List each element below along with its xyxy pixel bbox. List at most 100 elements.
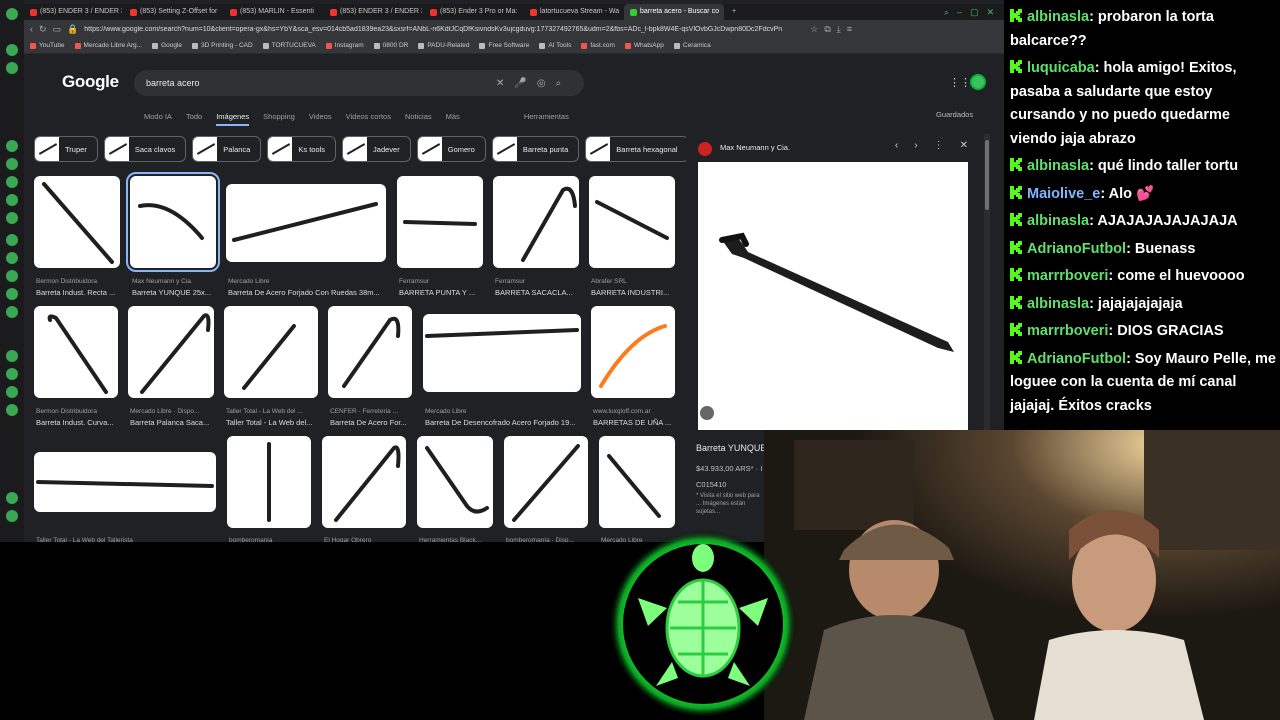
result-title[interactable]: Barreta De Acero Forjado Con Ruedas 38m.… — [228, 288, 388, 297]
result-source[interactable]: Herramientas Black... — [419, 537, 509, 542]
image-result[interactable]: bomberomania — [227, 436, 311, 542]
back-icon[interactable]: ‹ — [30, 24, 33, 34]
vpn-badge-icon[interactable]: ▭ — [53, 24, 62, 35]
result-source[interactable]: Mercado Libre — [228, 278, 388, 285]
chat-username[interactable]: albinasla — [1027, 158, 1089, 174]
result-title[interactable]: BARRETA PUNTA Y ... — [399, 288, 489, 297]
bookmark-item[interactable]: PADU-Related — [418, 42, 469, 49]
filter-chip[interactable]: Barreta hexagonal — [585, 136, 686, 162]
image-result[interactable]: Ferramsur BARRETA SACACLA... — [493, 176, 579, 297]
image-result[interactable]: Mercado Libre · Dispo... Barreta Palanca … — [128, 306, 214, 427]
bookmark-item[interactable]: 0800 DR — [373, 42, 408, 49]
chat-username[interactable]: AdrianoFutbol — [1027, 241, 1126, 257]
image-result[interactable]: www.luxqloff.com.ar BARRETAS DE UÑA ... — [591, 306, 675, 427]
image-result[interactable]: bomberomanía · Disp... — [504, 436, 588, 542]
image-result[interactable]: Mercado Libre Barreta De Desencofrado Ace… — [423, 314, 581, 427]
tab-im-genes[interactable]: Imágenes — [216, 112, 250, 126]
browser-tab[interactable]: (853) ENDER 3 / ENDER 3 — [324, 4, 422, 20]
sidebar-settings-icon[interactable] — [6, 404, 18, 416]
sidebar-twitch-icon[interactable] — [6, 158, 18, 170]
result-thumbnail[interactable] — [493, 176, 579, 268]
browser-tab[interactable]: (853) Ender 3 Pro or Ma: — [424, 4, 522, 20]
result-title[interactable]: BARRETA SACACLA... — [495, 288, 585, 297]
filter-chip[interactable]: Truper — [34, 136, 98, 162]
result-title[interactable]: Barreta YUNQUE 25x... — [132, 288, 222, 297]
sidebar-home-icon[interactable] — [6, 44, 18, 56]
image-result[interactable]: Ferramsur BARRETA PUNTA Y ... — [397, 176, 483, 297]
result-title[interactable]: BARRETA INDUSTRI... — [591, 288, 681, 297]
filter-chip[interactable]: Saca clavos — [103, 136, 187, 162]
image-result[interactable]: Abrafer SRL BARRETA INDUSTRI... — [589, 176, 675, 297]
result-source[interactable]: Taller Total - La Web del ... — [226, 408, 320, 415]
result-title[interactable]: BARRETAS DE UÑA ... — [593, 418, 683, 427]
browser-tab[interactable]: (853) ENDER 3 / ENDER 3 — [24, 4, 122, 20]
previous-icon[interactable]: ‹ — [895, 140, 898, 151]
more-options-icon[interactable]: ⋮ — [934, 140, 944, 151]
tab-m-s[interactable]: Más — [446, 112, 460, 126]
chat-username[interactable]: albinasla — [1027, 9, 1089, 25]
result-source[interactable]: Max Neumann y Cia. — [132, 278, 222, 285]
bookmark-item[interactable]: Mercado Libre Arg... — [74, 42, 142, 49]
result-source[interactable]: Ferramsur — [399, 278, 489, 285]
chat-username[interactable]: AdrianoFutbol — [1027, 351, 1126, 367]
search-icon[interactable]: ⌕ — [556, 78, 562, 89]
tab-todo[interactable]: Todo — [186, 112, 202, 126]
result-thumbnail[interactable] — [224, 306, 318, 398]
result-thumbnail[interactable] — [227, 436, 311, 528]
image-result[interactable]: Mercado Libre Barreta De Acero Forjado Co… — [226, 184, 386, 297]
result-thumbnail[interactable] — [591, 306, 675, 398]
lens-icon[interactable] — [700, 406, 714, 420]
search-tabs-icon[interactable]: ⌕ — [944, 4, 949, 20]
result-thumbnail[interactable] — [423, 314, 581, 392]
result-source[interactable]: Ferramsur — [495, 278, 585, 285]
result-thumbnail[interactable] — [328, 306, 412, 398]
bookmark-item[interactable]: Free Software — [479, 42, 529, 49]
search-box[interactable]: ✕ 🎤 ◎ ⌕ — [134, 70, 584, 96]
result-thumbnail[interactable] — [128, 306, 214, 398]
filter-chip[interactable]: Gomero — [416, 136, 486, 162]
result-title[interactable]: Taller Total - La Web del... — [226, 418, 320, 427]
tab-videos-cortos[interactable]: Videos cortos — [346, 112, 391, 126]
result-thumbnail[interactable] — [397, 176, 483, 268]
result-source[interactable]: bomberomania — [229, 537, 319, 542]
result-thumbnail[interactable] — [504, 436, 588, 528]
result-source[interactable]: Mercado Libre — [425, 408, 583, 415]
extensions-icon[interactable]: ⧉ — [824, 24, 830, 35]
tab-shopping[interactable]: Shopping — [263, 112, 295, 126]
browser-tab[interactable]: barreta acero - Buscar co — [624, 4, 724, 20]
image-result[interactable]: Bermon Distribuidora Barreta Indust. Rect… — [34, 176, 120, 297]
result-title[interactable]: Barreta De Acero For... — [330, 418, 420, 427]
downloads-icon[interactable]: ⤓ — [837, 24, 841, 35]
result-source[interactable]: El Hogar Obrero — [324, 537, 414, 542]
result-title[interactable]: Barreta Indust. Curva... — [36, 418, 126, 427]
tab-modo-ia[interactable]: Modo IA — [144, 112, 172, 126]
image-result[interactable]: Taller Total - La Web del ... Taller Tota… — [224, 306, 318, 427]
url-field[interactable]: https://www.google.com/search?num=10&cli… — [84, 26, 804, 33]
new-tab-icon[interactable]: + — [726, 4, 742, 20]
sidebar-history-icon[interactable] — [6, 350, 18, 362]
bookmark-star-icon[interactable]: ☆ — [810, 24, 818, 35]
result-thumbnail[interactable] — [226, 184, 386, 262]
close-preview-icon[interactable]: ✕ — [960, 140, 968, 151]
sidebar-whatsapp-icon[interactable] — [6, 288, 18, 300]
preview-title[interactable]: Barreta YUNQUE — [696, 443, 766, 453]
browser-tab[interactable]: latortucueva Stream - Wa — [524, 4, 622, 20]
result-source[interactable]: Bermon Distribuidora — [36, 408, 126, 415]
result-source[interactable]: Mercado Libre · Dispo... — [130, 408, 220, 415]
opera-logo-icon[interactable] — [6, 8, 18, 20]
bookmark-item[interactable]: fast.com — [581, 42, 615, 49]
image-result[interactable]: Max Neumann y Cia. Barreta YUNQUE 25x... — [126, 172, 220, 297]
result-thumbnail[interactable] — [417, 436, 493, 528]
sidebar-extensions-icon[interactable] — [6, 368, 18, 380]
preview-source[interactable]: Max Neumann y Cia. — [720, 143, 790, 152]
result-thumbnail[interactable] — [34, 306, 118, 398]
close-icon[interactable]: ✕ — [987, 4, 995, 20]
preview-image[interactable] — [698, 162, 968, 430]
result-thumbnail[interactable] — [126, 172, 220, 272]
result-title[interactable]: Barreta Palanca Saca... — [130, 418, 220, 427]
result-source[interactable]: bomberomanía · Disp... — [506, 537, 596, 542]
sidebar-vk-icon[interactable] — [6, 306, 18, 318]
google-logo[interactable]: Google — [62, 72, 119, 92]
bookmark-item[interactable]: AI Tools — [539, 42, 571, 49]
tools-button[interactable]: Herramientas — [524, 112, 569, 126]
